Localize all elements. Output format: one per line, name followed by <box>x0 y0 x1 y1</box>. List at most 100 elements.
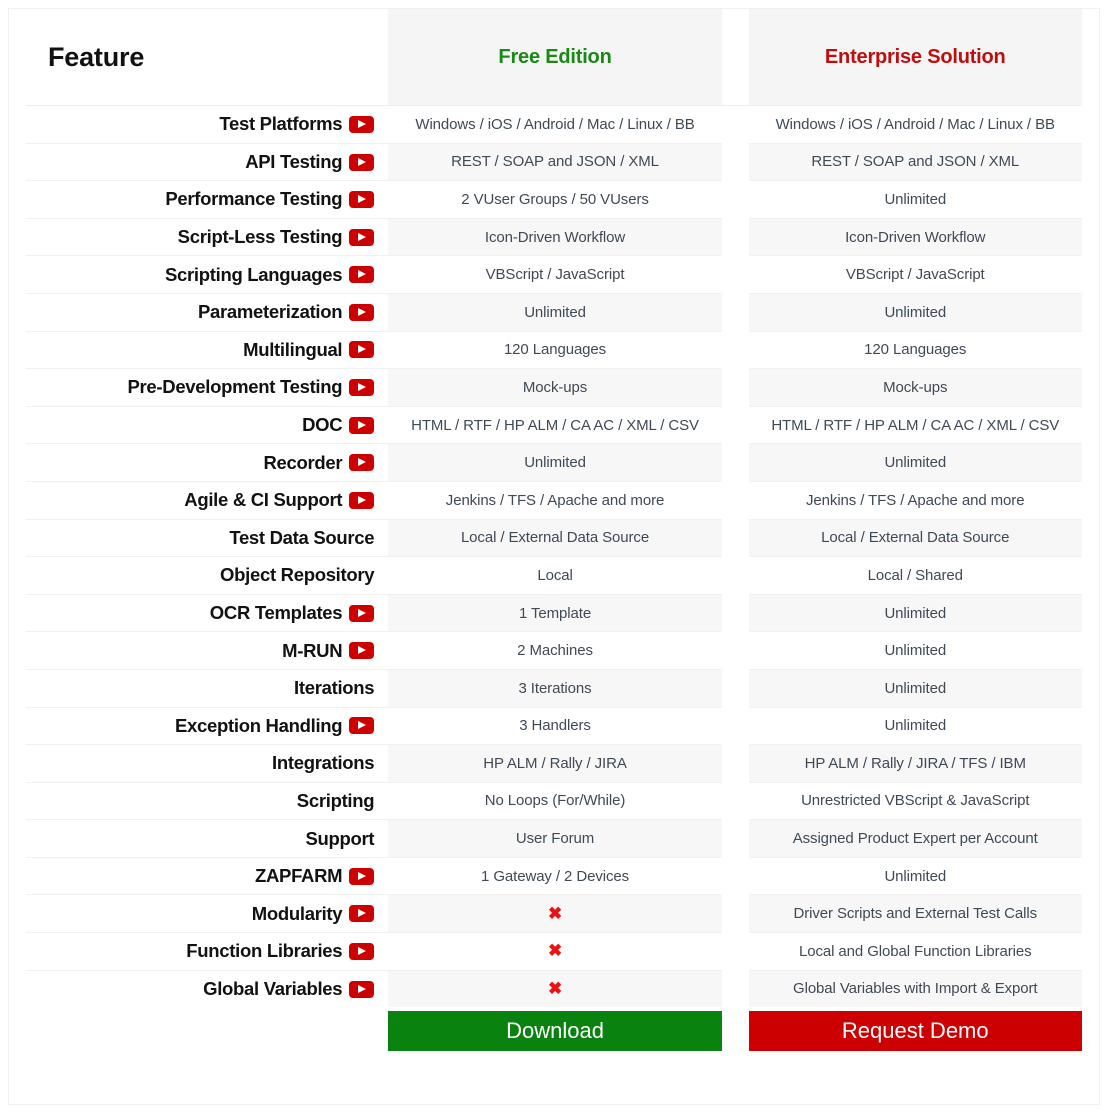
play-icon[interactable] <box>349 416 375 434</box>
feature-label: Test Platforms <box>219 113 343 135</box>
free-edition-value-cell: Local <box>388 556 722 595</box>
play-icon[interactable] <box>349 153 375 171</box>
free-edition-value: Local / External Data Source <box>460 529 650 547</box>
enterprise-value-cell: HP ALM / Rally / JIRA / TFS / IBM <box>748 744 1082 783</box>
feature-label-cell: Function Libraries <box>26 932 389 971</box>
enterprise-value: Unlimited <box>884 190 947 208</box>
column-gap <box>721 443 749 482</box>
play-icon[interactable] <box>349 942 375 960</box>
free-edition-column-header: Free Edition <box>388 9 722 106</box>
feature-label-cell: Modularity <box>26 894 389 933</box>
table-row: Function Libraries ✖ Local and Global Func… <box>26 932 1082 971</box>
enterprise-value: Unlimited <box>884 867 947 885</box>
play-icon[interactable] <box>349 717 375 735</box>
enterprise-value-cell: Unrestricted VBScript & JavaScript <box>748 781 1082 820</box>
enterprise-value: Unlimited <box>884 604 947 622</box>
play-icon[interactable] <box>349 454 375 472</box>
feature-label-cell: OCR Templates <box>26 593 389 632</box>
play-icon[interactable] <box>349 341 375 359</box>
free-edition-value: No Loops (For/While) <box>484 792 626 810</box>
enterprise-value: Unlimited <box>884 642 947 660</box>
free-edition-value-cell: Unlimited <box>388 292 722 332</box>
enterprise-value: VBScript / JavaScript <box>845 266 985 284</box>
enterprise-value-cell: Unlimited <box>748 180 1082 219</box>
play-icon[interactable] <box>349 228 375 246</box>
play-icon[interactable] <box>349 379 375 397</box>
enterprise-value-cell: 120 Languages <box>748 330 1082 369</box>
enterprise-value-cell: Local and Global Function Libraries <box>748 932 1082 971</box>
enterprise-value: Assigned Product Expert per Account <box>792 830 1038 848</box>
feature-label-cell: Agile & CI Support <box>26 480 389 520</box>
feature-label: DOC <box>302 414 343 436</box>
table-row: Script-Less Testing Icon-Driven Workflow I… <box>26 217 1082 256</box>
play-icon[interactable] <box>349 491 375 509</box>
column-gap <box>721 894 749 933</box>
column-gap <box>721 594 749 632</box>
free-edition-value: 120 Languages <box>503 341 607 359</box>
feature-label: Script-Less Testing <box>177 226 343 248</box>
free-edition-value-cell: ✖ <box>388 894 722 933</box>
feature-label-cell: Exception Handling <box>26 706 389 745</box>
enterprise-value-cell: Icon-Driven Workflow <box>748 217 1082 256</box>
free-edition-value: 2 VUser Groups / 50 VUsers <box>461 190 649 208</box>
play-icon[interactable] <box>349 604 375 622</box>
column-gap <box>721 368 749 407</box>
play-icon[interactable] <box>349 905 375 923</box>
request-demo-button[interactable]: Request Demo <box>748 1011 1082 1052</box>
cross-icon: ✖ <box>547 941 563 961</box>
free-edition-value-cell: 2 Machines <box>388 631 722 670</box>
play-icon[interactable] <box>349 867 375 885</box>
download-button[interactable]: Download <box>388 1011 722 1052</box>
column-gap <box>721 669 749 707</box>
free-edition-value-cell: ✖ <box>388 969 722 1008</box>
column-gap <box>721 519 749 557</box>
enterprise-value: Global Variables with Import & Export <box>793 980 1038 998</box>
column-gap <box>721 819 749 858</box>
feature-comparison-table: Feature Free Edition Enterprise Solution… <box>26 9 1082 1055</box>
free-edition-value-cell: Unlimited <box>388 443 722 482</box>
enterprise-value-cell: Jenkins / TFS / Apache and more <box>748 480 1082 520</box>
column-gap <box>721 180 749 219</box>
play-icon[interactable] <box>349 980 375 998</box>
enterprise-value-cell: Unlimited <box>748 856 1082 895</box>
table-row: Pre-Development Testing Mock-ups Mock-ups <box>26 368 1082 407</box>
free-edition-value-cell: ✖ <box>388 932 722 971</box>
enterprise-solution-column-header: Enterprise Solution <box>748 9 1082 106</box>
play-icon[interactable] <box>349 303 375 321</box>
cross-icon: ✖ <box>547 903 563 923</box>
column-gap <box>721 857 749 895</box>
enterprise-value-cell: REST / SOAP and JSON / XML <box>748 142 1082 181</box>
enterprise-value-cell: Assigned Product Expert per Account <box>748 819 1082 858</box>
play-icon[interactable] <box>349 115 375 133</box>
column-gap <box>721 970 749 1008</box>
play-icon[interactable] <box>349 266 375 284</box>
feature-label: Performance Testing <box>165 188 343 210</box>
feature-label-cell: Test Platforms <box>26 105 389 144</box>
download-cell: Download <box>388 1007 722 1055</box>
table-row: Global Variables ✖ Global Variables with I… <box>26 969 1082 1008</box>
feature-label-cell: API Testing <box>26 142 389 181</box>
feature-label: Scripting Languages <box>165 263 343 285</box>
enterprise-value-cell: Mock-ups <box>748 368 1082 407</box>
enterprise-value: Unlimited <box>884 303 947 321</box>
free-edition-value-cell: HTML / RTF / HP ALM / CA AC / XML / CSV <box>388 405 722 444</box>
free-edition-value-cell: No Loops (For/While) <box>388 781 722 820</box>
table-row: Performance Testing 2 VUser Groups / 50 V… <box>26 180 1082 219</box>
free-edition-value-cell: Local / External Data Source <box>388 518 722 557</box>
enterprise-value-cell: Unlimited <box>748 631 1082 670</box>
table-row: Modularity ✖ Driver Scripts and External T… <box>26 894 1082 933</box>
column-gap <box>721 9 749 106</box>
free-edition-value: 2 Machines <box>517 642 593 660</box>
free-edition-value-cell: User Forum <box>388 819 722 858</box>
play-icon[interactable] <box>349 642 375 660</box>
feature-label-cell: Recorder <box>26 443 389 482</box>
page: Feature Free Edition Enterprise Solution… <box>0 0 1108 1113</box>
enterprise-value-cell: VBScript / JavaScript <box>748 255 1082 294</box>
enterprise-value: Unrestricted VBScript & JavaScript <box>801 792 1030 810</box>
column-gap <box>721 782 749 820</box>
header-row: Feature Free Edition Enterprise Solution <box>26 9 1082 106</box>
play-icon[interactable] <box>349 191 375 209</box>
feature-label-cell: ZAPFARM <box>26 856 389 895</box>
table-row: API Testing REST / SOAP and JSON / XML RES… <box>26 142 1082 181</box>
enterprise-value-cell: Unlimited <box>748 292 1082 332</box>
